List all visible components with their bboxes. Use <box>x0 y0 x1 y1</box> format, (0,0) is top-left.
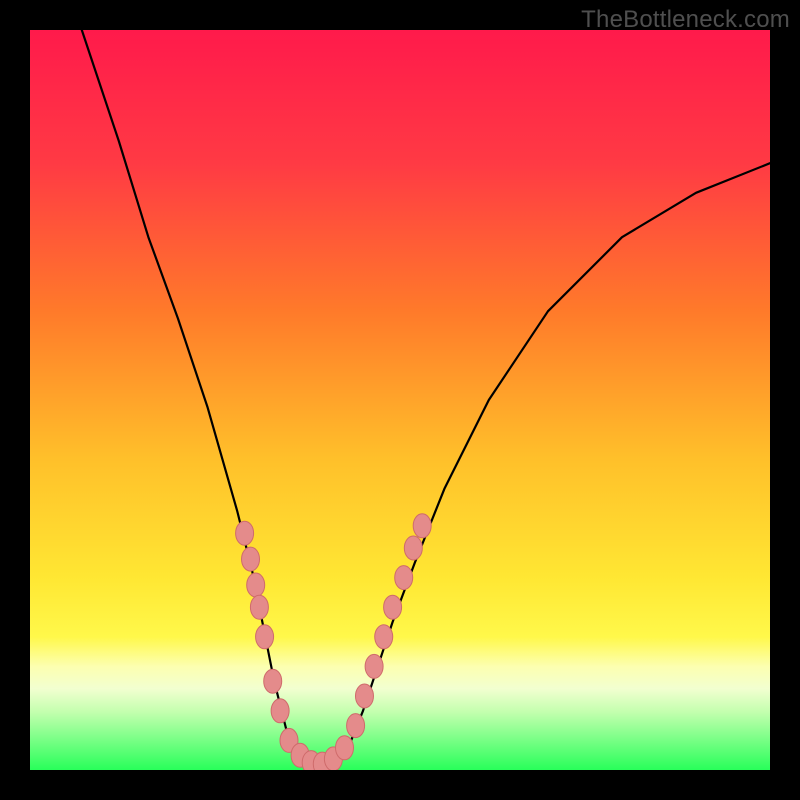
data-marker <box>264 669 282 693</box>
data-marker <box>250 595 268 619</box>
data-marker <box>395 566 413 590</box>
data-marker <box>236 521 254 545</box>
gradient-background <box>30 30 770 770</box>
chart-plot-area <box>30 30 770 770</box>
data-marker <box>404 536 422 560</box>
data-marker <box>242 547 260 571</box>
chart-svg <box>30 30 770 770</box>
data-marker <box>256 625 274 649</box>
data-marker <box>384 595 402 619</box>
data-marker <box>365 654 383 678</box>
data-marker <box>375 625 393 649</box>
data-marker <box>347 714 365 738</box>
data-marker <box>355 684 373 708</box>
data-marker <box>413 514 431 538</box>
data-marker <box>336 736 354 760</box>
data-marker <box>247 573 265 597</box>
data-marker <box>271 699 289 723</box>
